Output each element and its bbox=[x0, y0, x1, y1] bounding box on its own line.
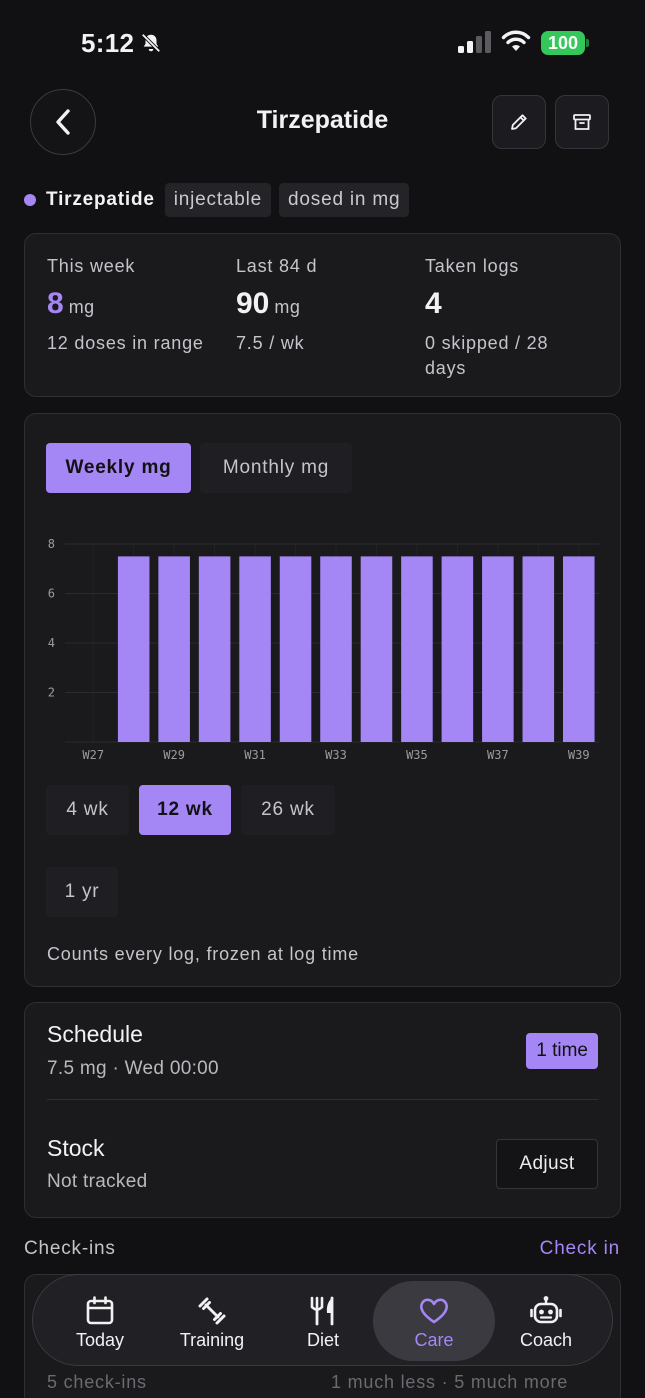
y-tick-label: 4 bbox=[48, 636, 55, 650]
chart-bar bbox=[401, 556, 433, 742]
chart-bar bbox=[158, 556, 190, 742]
range-1yr[interactable]: 1 yr bbox=[46, 867, 118, 917]
tag-form: injectable bbox=[164, 183, 272, 217]
stat-taken-logs: Taken logs 4 0 skipped / 28 days bbox=[425, 256, 595, 381]
x-tick-label: W37 bbox=[487, 748, 509, 762]
stat-value: 4 bbox=[425, 287, 442, 320]
stat-label: Last 84 d bbox=[236, 256, 318, 276]
tab-coach[interactable]: Coach bbox=[491, 1275, 601, 1367]
y-tick-label: 6 bbox=[48, 587, 55, 601]
chart-bar bbox=[360, 556, 393, 742]
stat-value: 8 bbox=[47, 287, 64, 320]
tag-unit: dosed in mg bbox=[279, 183, 410, 217]
x-tick-label: W29 bbox=[163, 748, 185, 762]
range-12wk[interactable]: 12 wk bbox=[139, 785, 231, 835]
chart-bar bbox=[239, 556, 271, 742]
stock-title: Stock bbox=[47, 1135, 105, 1161]
fork-knife-icon bbox=[310, 1296, 334, 1326]
tab-diet[interactable]: Diet bbox=[268, 1275, 378, 1367]
tab-care[interactable]: Care bbox=[373, 1281, 495, 1361]
stat-sub: 12 doses in range bbox=[47, 333, 204, 353]
checkins-title: Check-ins bbox=[24, 1238, 116, 1259]
adjust-stock-button[interactable]: Adjust bbox=[496, 1139, 598, 1189]
robot-icon bbox=[530, 1296, 562, 1324]
stat-unit: mg bbox=[68, 297, 95, 317]
chart-card: Weekly mg Monthly mg 2 4 6 8 W27 W29 W31 W33 W35… bbox=[24, 413, 621, 987]
tab-label: Today bbox=[75, 1330, 125, 1350]
tab-label: Training bbox=[179, 1330, 245, 1350]
stat-last-84d: Last 84 d 90 mg 7.5 / wk bbox=[236, 256, 406, 356]
stock-detail: Not tracked bbox=[47, 1171, 148, 1192]
edit-button[interactable] bbox=[492, 95, 546, 149]
medication-name: Tirzepatide bbox=[46, 189, 155, 210]
wifi-icon bbox=[501, 30, 531, 51]
chart-note: Counts every log, frozen at log time bbox=[47, 944, 359, 964]
check-in-link[interactable]: Check in bbox=[540, 1238, 620, 1260]
cellular-signal-icon bbox=[458, 31, 491, 53]
monthly-mg-toggle[interactable]: Monthly mg bbox=[200, 443, 352, 493]
chart-bar bbox=[320, 556, 352, 742]
checkins-scale: 1 much less · 5 much more bbox=[331, 1372, 569, 1392]
stat-sub: 7.5 / wk bbox=[236, 333, 305, 353]
chart-bar bbox=[522, 556, 555, 742]
y-tick-label: 2 bbox=[48, 686, 55, 700]
x-tick-label: W27 bbox=[82, 748, 104, 762]
dumbbell-icon bbox=[198, 1297, 226, 1325]
tab-label: Care bbox=[414, 1330, 454, 1350]
bell-muted-icon bbox=[141, 33, 161, 53]
range-4wk[interactable]: 4 wk bbox=[46, 785, 129, 835]
chart-bar bbox=[441, 556, 474, 742]
x-tick-label: W31 bbox=[244, 748, 266, 762]
stat-this-week: This week 8 mg 12 doses in range bbox=[47, 256, 227, 356]
stat-value: 90 bbox=[236, 287, 270, 320]
schedule-stock-card: Schedule 7.5 mg · Wed 00:00 1 time Stock… bbox=[24, 1002, 621, 1218]
chart-bar bbox=[482, 556, 514, 742]
tab-label: Diet bbox=[306, 1330, 339, 1350]
y-tick-label: 8 bbox=[48, 537, 55, 551]
pencil-icon bbox=[511, 114, 527, 130]
schedule-title: Schedule bbox=[47, 1021, 143, 1047]
bottom-tab-bar: Today Training Diet Care Coach bbox=[32, 1274, 613, 1366]
stats-card: This week 8 mg 12 doses in range Last 84… bbox=[24, 233, 621, 397]
schedule-frequency-badge: 1 time bbox=[526, 1033, 598, 1069]
stat-label: Taken logs bbox=[425, 256, 520, 276]
status-bar: 5:12 100 bbox=[0, 0, 645, 88]
schedule-detail: 7.5 mg · Wed 00:00 bbox=[47, 1058, 219, 1079]
battery-icon: 100 bbox=[541, 31, 589, 55]
page-title: Tirzepatide bbox=[256, 106, 389, 134]
weekly-mg-toggle[interactable]: Weekly mg bbox=[46, 443, 191, 493]
chart-bar bbox=[198, 556, 231, 742]
chart-bar bbox=[117, 556, 150, 742]
stat-unit: mg bbox=[274, 297, 301, 317]
weekly-dose-chart: 2 4 6 8 W27 W29 W31 W33 W35 W37 W39 bbox=[48, 537, 599, 762]
tab-training[interactable]: Training bbox=[157, 1275, 267, 1367]
x-tick-label: W39 bbox=[568, 748, 590, 762]
stat-sub: 0 skipped / 28 days bbox=[425, 333, 549, 378]
status-time: 5:12 bbox=[81, 28, 135, 58]
chart-bar bbox=[279, 556, 312, 742]
calendar-icon bbox=[86, 1296, 114, 1325]
tab-label: Coach bbox=[519, 1330, 573, 1350]
chart-bar bbox=[562, 556, 595, 742]
x-tick-label: W33 bbox=[325, 748, 347, 762]
divider bbox=[47, 1099, 598, 1100]
archive-button[interactable] bbox=[555, 95, 609, 149]
archive-icon bbox=[573, 114, 591, 130]
medication-tags: Tirzepatide injectable dosed in mg bbox=[24, 182, 417, 218]
color-dot-icon bbox=[24, 194, 36, 206]
checkins-count: 5 check-ins bbox=[47, 1372, 147, 1392]
x-tick-label: W35 bbox=[406, 748, 428, 762]
heart-icon bbox=[420, 1298, 448, 1324]
battery-level: 100 bbox=[541, 31, 585, 55]
stat-label: This week bbox=[47, 256, 136, 276]
range-26wk[interactable]: 26 wk bbox=[241, 785, 335, 835]
tab-today[interactable]: Today bbox=[45, 1275, 155, 1367]
